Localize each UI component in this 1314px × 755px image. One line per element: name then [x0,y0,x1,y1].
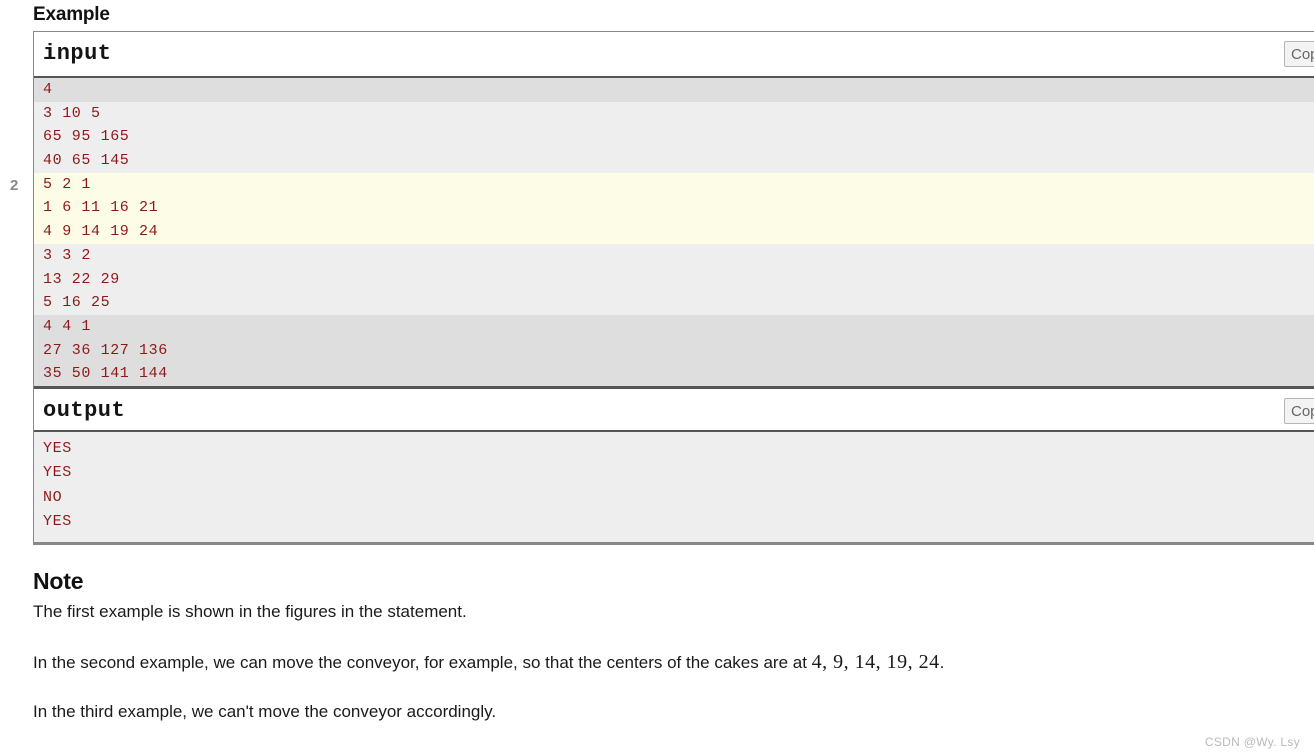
code-line: 4 [43,81,53,98]
output-block-body: YES YES NO YES [34,431,1314,542]
note-paragraph-2-text-before: In the second example, we can move the c… [33,653,812,672]
input-block: input Copy 4 3 10 5 65 95 165 40 65 145 5 2 … [33,31,1314,386]
note-paragraph-2-text-after: . [939,653,945,672]
note-paragraph-1-text: The first example is shown in the figure… [33,602,467,621]
code-line: YES [43,513,72,531]
code-line: 1 6 11 16 21 [43,199,159,217]
code-line: 13 22 29 [43,270,120,288]
note-paragraph-3: In the third example, we can't move the … [33,701,496,723]
input-block-body: 4 3 10 5 65 95 165 40 65 145 5 2 1 1 6 11 16 … [34,78,1314,386]
code-line: 27 36 127 136 [43,341,168,359]
code-line: NO [43,488,63,506]
code-line: 4 9 14 19 24 [43,223,159,241]
code-line: 3 3 2 [43,246,92,264]
note-paragraph-2: In the second example, we can move the c… [33,651,944,674]
output-block-header: output Copy [34,385,1314,432]
note-paragraph-2-math: 4, 9, 14, 19, 24 [811,651,940,673]
code-line: 65 95 165 [43,128,130,146]
output-title: output [43,397,126,423]
copy-output-button[interactable]: Copy [1284,397,1314,424]
sample-tests: input Copy 4 3 10 5 65 95 165 40 65 145 5 2 … [33,31,1314,545]
test-group: 4 4 1 27 36 127 136 35 50 141 144 [34,314,1314,386]
code-line: 3 10 5 [43,104,101,122]
page-root: Example input Copy 4 3 10 5 65 95 165 40 65… [0,0,1314,755]
watermark: CSDN @Wy. Lsy [1204,735,1300,749]
page-title-example: Example [33,4,110,25]
test-group: 5 2 1 1 6 11 16 21 4 9 14 19 24 [34,172,1314,244]
test-group: 4 [34,78,1314,102]
output-block: output Copy YES YES NO YES [33,385,1314,545]
code-line: 40 65 145 [43,152,130,170]
code-line: YES [43,464,72,482]
test-group: 3 3 2 13 22 29 5 16 25 [34,243,1314,315]
code-line: 35 50 141 144 [43,365,168,383]
input-block-header: input Copy [34,32,1314,78]
code-line: 5 16 25 [43,294,111,312]
code-line: YES [43,439,72,457]
page-title-note: Note [33,568,84,594]
input-title: input [43,41,112,66]
code-line: 4 4 1 [43,317,92,335]
test-group-index: 2 [10,176,19,194]
note-paragraph-1: The first example is shown in the figure… [33,601,467,623]
code-line: 5 2 1 [43,175,92,193]
test-group: 3 10 5 65 95 165 40 65 145 [34,101,1314,173]
copy-input-button[interactable]: Copy [1284,41,1314,67]
note-paragraph-3-text: In the third example, we can't move the … [33,702,497,721]
